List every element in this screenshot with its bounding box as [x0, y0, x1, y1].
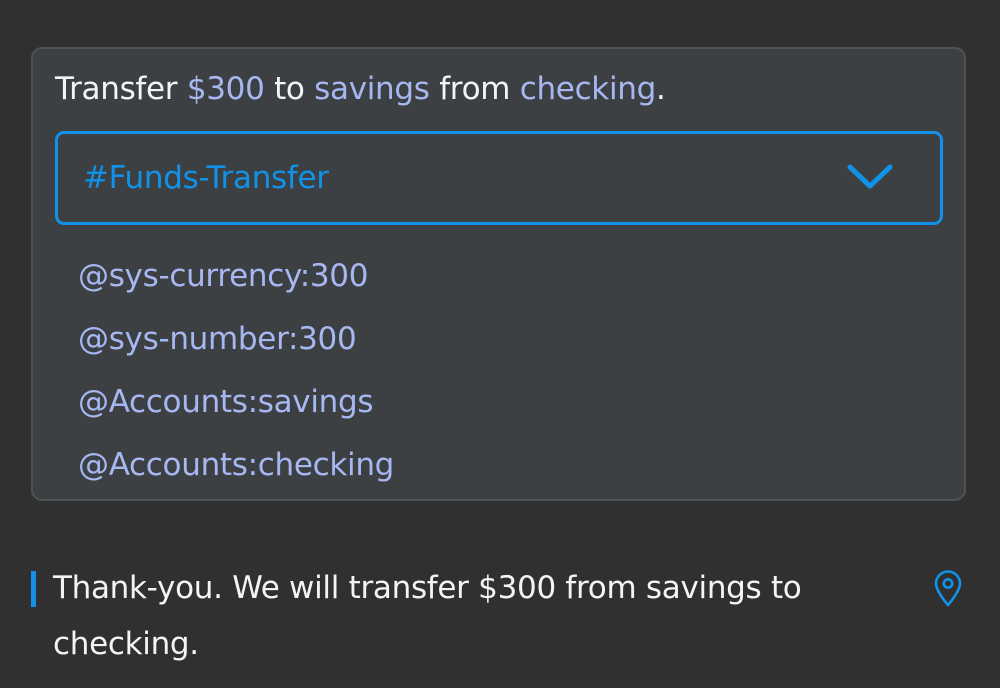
intent-dropdown[interactable]: #Funds-Transfer: [55, 131, 943, 225]
utterance-text: .: [656, 71, 666, 107]
utterance-entity-currency[interactable]: $300: [187, 71, 265, 107]
test-utterance-card: Transfer $300 to savings from checking. …: [31, 47, 966, 501]
entity-item[interactable]: @sys-number:300: [78, 308, 394, 371]
response-text: Thank-you. We will transfer $300 from sa…: [53, 570, 802, 662]
intent-selected-value: #Funds-Transfer: [83, 160, 329, 196]
utterance-entity-savings[interactable]: savings: [314, 71, 430, 107]
chevron-down-icon[interactable]: [846, 162, 894, 192]
utterance-text: Transfer: [55, 71, 187, 107]
entity-item[interactable]: @Accounts:checking: [78, 434, 394, 497]
utterance-entity-checking[interactable]: checking: [520, 71, 657, 107]
entity-item[interactable]: @Accounts:savings: [78, 371, 394, 434]
utterance-text: from: [429, 71, 520, 107]
entity-list: @sys-currency:300 @sys-number:300 @Accou…: [78, 245, 394, 497]
entity-item[interactable]: @sys-currency:300: [78, 245, 394, 308]
location-pin-icon[interactable]: [932, 570, 964, 608]
utterance-text: to: [264, 71, 315, 107]
user-utterance: Transfer $300 to savings from checking.: [55, 67, 666, 111]
response-indicator-bar: [31, 571, 36, 607]
